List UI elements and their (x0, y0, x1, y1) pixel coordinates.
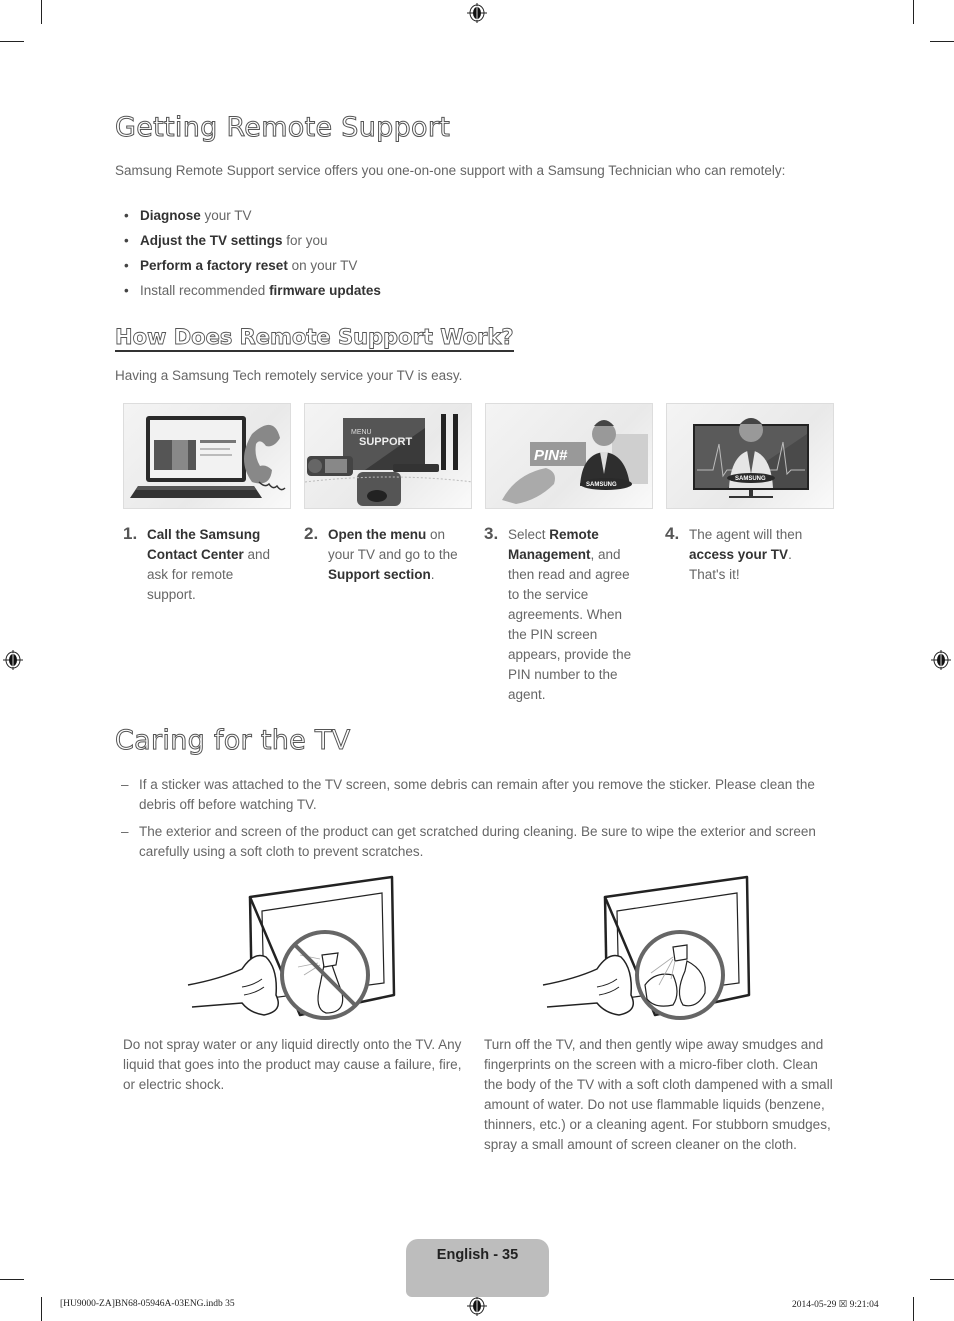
step-1-image (123, 403, 291, 509)
svg-text:SAMSUNG: SAMSUNG (735, 476, 766, 482)
bullet-icon: • (124, 233, 129, 248)
step-number: 3. (484, 524, 499, 543)
crop-mark (913, 0, 914, 24)
tv-menu-support-illustration: MENU SUPPORT (305, 414, 471, 506)
caption-no-spray: Do not spray water or any liquid directl… (123, 1037, 462, 1092)
svg-text:SUPPORT: SUPPORT (359, 436, 412, 448)
registration-mark-icon (3, 650, 23, 670)
svg-text:PIN#: PIN# (534, 447, 568, 464)
section-title-how-it-works: How Does Remote Support Work? (115, 325, 514, 352)
page-number-label: English - 35 (436, 1247, 519, 1263)
step-text: The agent will then access your TV. That… (689, 527, 803, 582)
page-number-badge: English - 35 (406, 1239, 549, 1297)
crop-mark (41, 1297, 42, 1321)
svg-text:SAMSUNG: SAMSUNG (586, 482, 617, 488)
remote-support-intro: Samsung Remote Support service offers yo… (115, 163, 786, 178)
step-number: 4. (665, 524, 680, 543)
caption-wipe-gently: Turn off the TV, and then gently wipe aw… (484, 1037, 833, 1152)
crop-mark (930, 1279, 954, 1280)
registration-mark-icon (467, 1296, 487, 1316)
step-text: Call the Samsung Contact Center and ask … (147, 527, 271, 602)
step-4-image: SAMSUNG (666, 403, 834, 509)
list-item: • Diagnose your TV (124, 206, 381, 231)
section-title-remote-support: Getting Remote Support (114, 112, 451, 144)
no-spray-on-tv-illustration (187, 875, 396, 1020)
crop-mark (913, 1297, 914, 1321)
registration-mark-icon (931, 650, 951, 670)
crop-mark (0, 41, 24, 42)
step-3-image: PIN# SAMSUNG (485, 403, 653, 509)
svg-text:MENU: MENU (351, 429, 372, 436)
agent-on-tv-illustration: SAMSUNG (693, 418, 809, 498)
step-number: 1. (123, 524, 138, 543)
dash-icon: – (121, 777, 129, 792)
bullet-icon: • (124, 208, 129, 223)
registration-mark-icon (467, 3, 487, 23)
laptop-phone-illustration (130, 416, 286, 498)
step-text: Open the menu on your TV and go to the S… (328, 527, 458, 582)
section-title-caring: Caring for the TV (115, 725, 351, 757)
spray-on-cloth-illustration (542, 875, 751, 1020)
crop-mark (0, 1279, 24, 1280)
step-number: 2. (304, 524, 319, 543)
bullet-icon: • (124, 258, 129, 273)
how-it-works-intro: Having a Samsung Tech remotely service y… (115, 368, 463, 383)
dash-icon: – (121, 824, 129, 839)
print-slug-filename: [HU9000-ZA]BN68-05946A-03ENG.indb 35 (60, 1299, 235, 1309)
crop-mark (930, 41, 954, 42)
step-text: Select Remote Management, and then read … (508, 527, 632, 702)
list-item: • Install recommended firmware updates (124, 281, 381, 306)
pin-agent-illustration: PIN# SAMSUNG (502, 420, 648, 504)
list-item: • Adjust the TV settings for you (124, 231, 381, 256)
remote-support-capabilities-list: • Diagnose your TV • Adjust the TV setting… (124, 206, 381, 306)
print-slug-timestamp: 2014-05-29 ☒ 9:21:04 (792, 1300, 879, 1310)
crop-mark (41, 0, 42, 24)
step-2-image: MENU SUPPORT (304, 403, 472, 509)
bullet-icon: • (124, 283, 129, 298)
list-item: • Perform a factory reset on your TV (124, 256, 381, 281)
